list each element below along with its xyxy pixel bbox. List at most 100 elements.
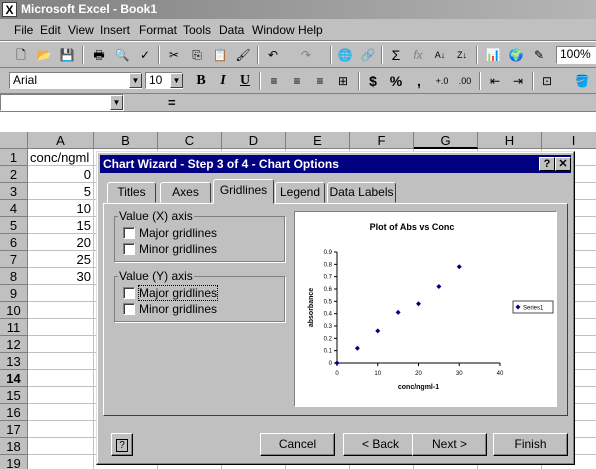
tab-titles[interactable]: Titles <box>107 182 156 203</box>
align-right-icon[interactable]: ≡ <box>309 71 331 91</box>
cell[interactable] <box>28 353 94 370</box>
x-major-gridlines-label[interactable]: Major gridlines <box>139 226 217 240</box>
web-toolbar-icon[interactable]: 🌐 <box>334 45 356 65</box>
spelling-icon[interactable]: ✓ <box>134 45 156 65</box>
row-header-16[interactable]: 16 <box>0 404 28 421</box>
font-name-box[interactable]: Arial <box>9 72 142 89</box>
row-header-13[interactable]: 13 <box>0 353 28 370</box>
cell[interactable] <box>28 438 94 455</box>
cell[interactable] <box>28 319 94 336</box>
cell[interactable] <box>28 336 94 353</box>
bold-button[interactable]: B <box>190 71 212 91</box>
cell[interactable] <box>28 285 94 302</box>
excel-app-icon[interactable]: X <box>2 2 17 17</box>
tab-legend[interactable]: Legend <box>275 182 325 203</box>
row-header-11[interactable]: 11 <box>0 319 28 336</box>
function-icon[interactable]: fx <box>407 45 429 65</box>
currency-button[interactable]: $ <box>362 71 384 91</box>
column-header-c[interactable]: C <box>158 132 222 149</box>
column-header-i[interactable]: I <box>542 132 596 149</box>
drawing-icon[interactable]: ✎ <box>528 45 550 65</box>
cell[interactable]: 10 <box>28 200 94 217</box>
column-header-e[interactable]: E <box>286 132 350 149</box>
column-header-h[interactable]: H <box>478 132 542 149</box>
percent-button[interactable]: % <box>385 71 407 91</box>
row-header-9[interactable]: 9 <box>0 285 28 302</box>
back-button[interactable]: < Back <box>343 433 418 456</box>
cell[interactable] <box>28 370 94 387</box>
row-header-4[interactable]: 4 <box>0 200 28 217</box>
tab-data-labels[interactable]: Data Labels <box>327 182 396 203</box>
chart-wizard-icon[interactable]: 📊 <box>482 45 504 65</box>
column-header-g[interactable]: G <box>414 132 478 149</box>
paste-icon[interactable]: 📋 <box>209 45 231 65</box>
cell[interactable] <box>28 387 94 404</box>
y-minor-gridlines-checkbox[interactable] <box>123 303 135 315</box>
increase-indent-icon[interactable]: ⇥ <box>507 71 529 91</box>
cell[interactable]: 0 <box>28 166 94 183</box>
select-all-corner[interactable] <box>0 132 28 149</box>
row-header-17[interactable]: 17 <box>0 421 28 438</box>
italic-button[interactable]: I <box>212 71 234 91</box>
row-header-19[interactable]: 19 <box>0 455 28 469</box>
formula-input[interactable] <box>185 94 596 111</box>
row-header-15[interactable]: 15 <box>0 387 28 404</box>
help-icon[interactable]: ? <box>539 157 555 171</box>
decrease-decimal-icon[interactable]: .00 <box>454 71 476 91</box>
chevron-down-icon[interactable]: ▼ <box>170 73 183 88</box>
row-header-7[interactable]: 7 <box>0 251 28 268</box>
x-major-gridlines-checkbox[interactable] <box>123 227 135 239</box>
menu-format[interactable]: Format <box>139 23 177 37</box>
chevron-down-icon[interactable]: ▼ <box>129 73 142 88</box>
menu-edit[interactable]: Edit <box>40 23 61 37</box>
next-button[interactable]: Next > <box>412 433 487 456</box>
y-major-gridlines-checkbox[interactable] <box>123 287 135 299</box>
cell[interactable] <box>28 455 94 469</box>
menu-window[interactable]: Window <box>252 23 295 37</box>
finish-button[interactable]: Finish <box>493 433 568 456</box>
column-header-f[interactable]: F <box>350 132 414 149</box>
tab-gridlines[interactable]: Gridlines <box>213 179 274 204</box>
chevron-down-icon[interactable]: ▼ <box>110 95 123 110</box>
tab-axes[interactable]: Axes <box>160 182 211 203</box>
cell[interactable]: 15 <box>28 217 94 234</box>
column-header-a[interactable]: A <box>28 132 94 149</box>
format-painter-icon[interactable]: 🖌 <box>232 45 254 65</box>
cell[interactable]: 30 <box>28 268 94 285</box>
cell[interactable]: 20 <box>28 234 94 251</box>
merge-center-icon[interactable]: ⊞ <box>332 71 354 91</box>
cell[interactable] <box>28 404 94 421</box>
menu-data[interactable]: Data <box>219 23 244 37</box>
align-left-icon[interactable]: ≡ <box>263 71 285 91</box>
borders-icon[interactable]: ⊡ <box>536 71 558 91</box>
decrease-indent-icon[interactable]: ⇤ <box>484 71 506 91</box>
new-icon[interactable]: 🗋 <box>10 45 32 65</box>
office-assistant-help-button[interactable]: ? <box>111 433 133 456</box>
comma-button[interactable]: , <box>408 71 430 91</box>
zoom-box[interactable]: 100% <box>556 46 596 64</box>
map-icon[interactable]: 🌍 <box>505 45 527 65</box>
row-header-1[interactable]: 1 <box>0 149 28 166</box>
y-minor-gridlines-label[interactable]: Minor gridlines <box>139 302 217 316</box>
cancel-button[interactable]: Cancel <box>260 433 335 456</box>
print-preview-icon[interactable]: 🔍 <box>111 45 133 65</box>
menu-tools[interactable]: Tools <box>183 23 211 37</box>
row-header-10[interactable]: 10 <box>0 302 28 319</box>
fill-color-icon[interactable]: 🪣 <box>571 71 593 91</box>
redo-icon[interactable]: ↷ <box>295 45 317 65</box>
underline-button[interactable]: U <box>234 71 256 91</box>
column-header-b[interactable]: B <box>94 132 158 149</box>
cell[interactable] <box>28 302 94 319</box>
row-header-14[interactable]: 14 <box>0 370 28 387</box>
row-header-12[interactable]: 12 <box>0 336 28 353</box>
undo-icon[interactable]: ↶ <box>262 45 284 65</box>
column-header-d[interactable]: D <box>222 132 286 149</box>
row-header-5[interactable]: 5 <box>0 217 28 234</box>
y-major-gridlines-label[interactable]: Major gridlines <box>137 285 219 301</box>
x-minor-gridlines-label[interactable]: Minor gridlines <box>139 242 217 256</box>
sort-ascending-icon[interactable]: A↓ <box>429 45 451 65</box>
menu-view[interactable]: View <box>68 23 94 37</box>
print-icon[interactable]: 🖶 <box>88 45 110 65</box>
row-header-2[interactable]: 2 <box>0 166 28 183</box>
hyperlink-icon[interactable]: 🔗 <box>357 45 379 65</box>
